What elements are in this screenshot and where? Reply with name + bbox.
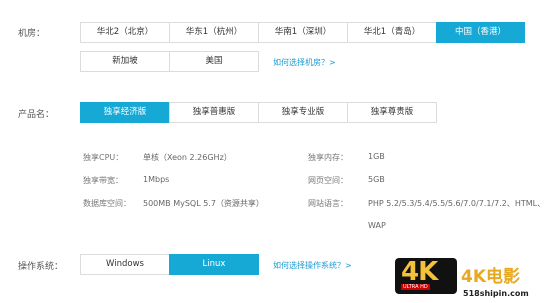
watermark-title: 4K电影 xyxy=(461,267,521,287)
product-option-economy[interactable]: 独享经济版 xyxy=(80,102,170,123)
product-option-professional[interactable]: 独享专业版 xyxy=(258,102,348,123)
spec-cpu-label: 独享CPU： xyxy=(83,153,124,162)
region-option-usa[interactable]: 美国 xyxy=(169,51,259,72)
spec-bandwidth-value: 1Mbps xyxy=(143,175,170,184)
region-option-hongkong[interactable]: 中国（香港） xyxy=(436,22,525,43)
spec-lang-value-line2: WAP xyxy=(368,221,386,230)
os-label: 操作系统： xyxy=(18,262,64,272)
watermark-logo-sub: ULTRA HD xyxy=(401,284,430,290)
region-help-link[interactable]: 如何选择机房？> xyxy=(273,57,336,68)
spec-memory-label: 独享内存： xyxy=(308,153,348,162)
spec-lang-value-line1: PHP 5.2/5.3/5.4/5.5/5.6/7.0/7.1/7.2、HTML… xyxy=(368,199,546,208)
region-option-qingdao[interactable]: 华北1（青岛） xyxy=(347,22,437,43)
spec-bandwidth-label: 独享带宽： xyxy=(83,176,123,185)
product-option-premium[interactable]: 独享尊贵版 xyxy=(347,102,437,123)
watermark-url: 518shipin.com xyxy=(463,289,529,298)
os-option-windows[interactable]: Windows xyxy=(80,254,170,275)
region-option-singapore[interactable]: 新加坡 xyxy=(80,51,170,72)
region-label: 机房： xyxy=(18,29,46,39)
spec-lang-label: 网站语言： xyxy=(308,199,348,208)
watermark: 4K ULTRA HD 4K电影 518shipin.com xyxy=(395,257,555,302)
os-option-linux[interactable]: Linux xyxy=(169,254,259,275)
os-help-link[interactable]: 如何选择操作系统？> xyxy=(273,260,352,271)
region-option-beijing[interactable]: 华北2（北京） xyxy=(80,22,170,43)
watermark-logo-text: 4K xyxy=(401,257,438,287)
spec-db-label: 数据库空间： xyxy=(83,199,131,208)
spec-db-value: 500MB MySQL 5.7（资源共享） xyxy=(143,199,264,208)
product-option-standard[interactable]: 独享普惠版 xyxy=(169,102,259,123)
region-option-shenzhen[interactable]: 华南1（深圳） xyxy=(258,22,348,43)
region-option-hangzhou[interactable]: 华东1（杭州） xyxy=(169,22,259,43)
spec-memory-value: 1GB xyxy=(368,152,385,161)
spec-cpu-value: 单核（Xeon 2.26GHz） xyxy=(143,153,232,162)
4k-logo-icon: 4K ULTRA HD xyxy=(395,257,457,294)
spec-web-space-value: 5GB xyxy=(368,175,385,184)
spec-web-space-label: 网页空间： xyxy=(308,176,348,185)
product-label: 产品名： xyxy=(18,110,55,120)
